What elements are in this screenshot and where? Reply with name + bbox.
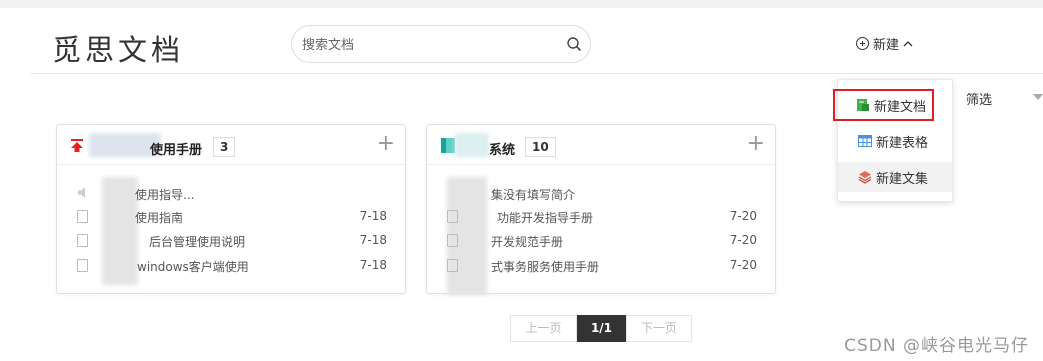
doc-date: 7-18 bbox=[359, 233, 387, 247]
doc-item[interactable]: 开发规范手册 7-20 bbox=[447, 230, 757, 250]
doc-item[interactable]: windows客户端使用 7-18 bbox=[77, 255, 387, 275]
doc-title: 式事务服务使用手册 bbox=[491, 260, 600, 274]
collection-card[interactable]: 使用手册 3 + 使用指导... 使用指南 7-18 后台管理使用说明 7-18… bbox=[56, 124, 406, 294]
app-logo[interactable]: 觅思文档 bbox=[52, 27, 184, 69]
add-circle-icon bbox=[856, 37, 869, 50]
next-page-button[interactable]: 下一页 bbox=[626, 315, 692, 342]
doc-title: windows客户端使用 bbox=[137, 260, 249, 274]
add-doc-icon[interactable]: + bbox=[747, 133, 765, 155]
doc-item[interactable]: 式事务服务使用手册 7-20 bbox=[447, 255, 757, 275]
new-button-label: 新建 bbox=[873, 38, 900, 53]
menu-item-label: 新建文档 bbox=[874, 99, 927, 115]
prev-page-button[interactable]: 上一页 bbox=[510, 315, 577, 342]
doc-item[interactable]: 使用指导... bbox=[77, 183, 387, 203]
doc-date: 7-20 bbox=[729, 209, 757, 223]
top-strip bbox=[0, 0, 1043, 8]
chevron-up-icon bbox=[903, 40, 913, 46]
doc-icon bbox=[447, 210, 458, 223]
doc-date: 7-18 bbox=[359, 209, 387, 223]
doc-title: 功能开发指导手册 bbox=[497, 211, 594, 225]
redacted-block bbox=[455, 133, 489, 157]
doc-icon bbox=[77, 210, 88, 223]
doc-item[interactable]: 功能开发指导手册 7-20 bbox=[447, 206, 757, 226]
doc-icon bbox=[447, 259, 458, 272]
doc-title: 后台管理使用说明 bbox=[149, 235, 246, 249]
doc-date: 7-18 bbox=[359, 258, 387, 272]
card-title[interactable]: 系统 bbox=[489, 139, 515, 158]
filter-dropdown-arrow-icon[interactable] bbox=[1033, 94, 1043, 100]
doc-item[interactable]: 集没有填写简介 bbox=[447, 183, 757, 203]
doc-icon bbox=[447, 234, 458, 247]
book-icon bbox=[441, 138, 455, 153]
doc-title: 集没有填写简介 bbox=[491, 188, 576, 202]
card-title[interactable]: 使用手册 bbox=[150, 139, 202, 158]
search-box bbox=[291, 25, 591, 63]
doc-date: 7-20 bbox=[729, 258, 757, 272]
doc-icon bbox=[77, 234, 88, 247]
card-count-badge: 3 bbox=[213, 137, 236, 157]
doc-item[interactable]: 使用指南 7-18 bbox=[77, 206, 387, 226]
new-menu-dropdown: 新建文档 新建表格 新建文集 bbox=[833, 79, 953, 202]
table-icon bbox=[858, 135, 872, 147]
doc-title: 使用指导... bbox=[135, 188, 195, 202]
doc-title: 使用指南 bbox=[135, 211, 184, 225]
doc-green-icon bbox=[857, 99, 869, 111]
card-count-badge: 10 bbox=[525, 137, 556, 157]
new-button[interactable]: 新建 bbox=[856, 34, 913, 53]
menu-item-new-collection[interactable]: 新建文集 bbox=[838, 162, 952, 192]
card-header: 系统 10 + bbox=[427, 125, 775, 165]
doc-icon bbox=[77, 259, 88, 272]
doc-title: 开发规范手册 bbox=[491, 235, 564, 249]
search-icon[interactable] bbox=[566, 36, 582, 52]
menu-item-label: 新建表格 bbox=[876, 135, 929, 151]
card-header: 使用手册 3 + bbox=[57, 125, 405, 165]
menu-item-new-doc[interactable]: 新建文档 bbox=[833, 89, 934, 121]
collection-card[interactable]: 系统 10 + 集没有填写简介 功能开发指导手册 7-20 开发规范手册 7-2… bbox=[426, 124, 776, 295]
menu-item-new-table[interactable]: 新建表格 bbox=[838, 126, 952, 156]
current-page-indicator: 1/1 bbox=[577, 315, 626, 342]
pin-top-icon bbox=[71, 139, 83, 152]
filter-button[interactable]: 筛选 bbox=[966, 89, 992, 108]
watermark: CSDN @峡谷电光马仔 bbox=[844, 336, 1029, 356]
doc-item[interactable]: 后台管理使用说明 7-18 bbox=[77, 230, 387, 250]
doc-date: 7-20 bbox=[729, 233, 757, 247]
add-doc-icon[interactable]: + bbox=[377, 133, 395, 155]
layers-icon bbox=[858, 171, 872, 184]
menu-item-label: 新建文集 bbox=[876, 171, 929, 187]
speaker-icon bbox=[78, 187, 85, 198]
search-input[interactable] bbox=[302, 35, 552, 55]
